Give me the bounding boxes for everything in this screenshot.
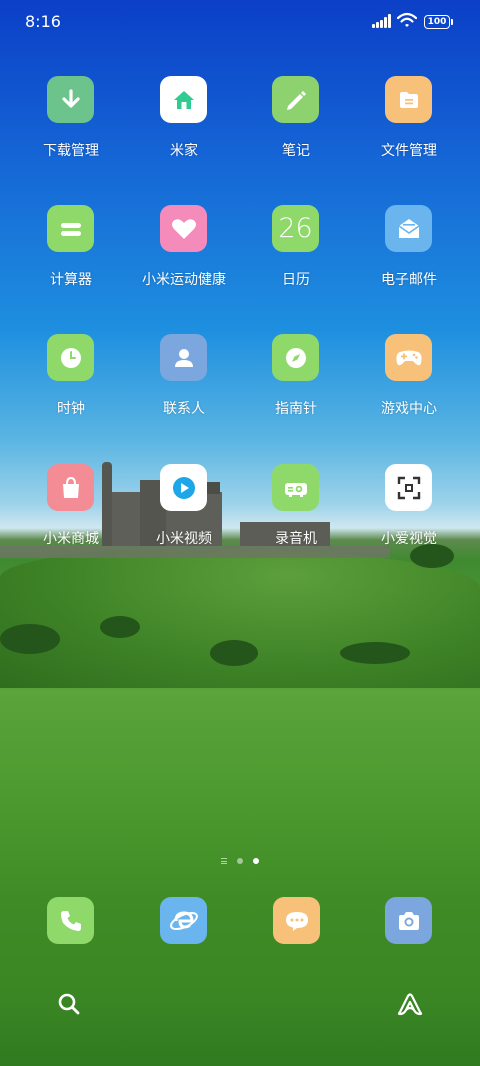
status-time: 8:16 <box>25 12 61 31</box>
app-label: 小米运动健康 <box>142 272 226 288</box>
status-bar: 8:16 100 <box>0 0 480 44</box>
app-label: 笔记 <box>282 143 310 159</box>
calculator-icon <box>47 205 94 252</box>
heart-icon <box>160 205 207 252</box>
page-indicator[interactable] <box>0 855 480 867</box>
app-recorder[interactable]: 录音机 <box>240 464 352 564</box>
app-label: 小米视频 <box>156 531 212 547</box>
app-label: 小米商城 <box>43 531 99 547</box>
app-email[interactable]: 电子邮件 <box>353 205 465 305</box>
app-clock[interactable]: 时钟 <box>15 334 127 434</box>
pencil-icon <box>272 76 319 123</box>
app-compass[interactable]: 指南针 <box>240 334 352 434</box>
search-icon <box>58 993 80 1015</box>
clock-icon <box>47 334 94 381</box>
wallpaper-hill <box>0 548 480 688</box>
browser-icon <box>169 910 198 930</box>
page-dot <box>237 858 243 864</box>
calendar-icon: 26 <box>272 205 319 252</box>
app-calendar[interactable]: 26 日历 <box>240 205 352 305</box>
gamepad-icon <box>385 334 432 381</box>
wifi-icon <box>397 12 417 27</box>
app-download-manager[interactable]: 下载管理 <box>15 76 127 176</box>
wallpaper-bush <box>210 640 258 666</box>
app-mi-store[interactable]: 小米商城 <box>15 464 127 564</box>
app-contacts[interactable]: 联系人 <box>128 334 240 434</box>
assistant-icon <box>397 993 423 1016</box>
app-label: 日历 <box>282 272 310 288</box>
app-label: 录音机 <box>275 531 317 547</box>
recorder-icon <box>272 464 319 511</box>
page-indicator-menu-icon <box>221 858 227 864</box>
app-label: 指南针 <box>275 401 317 417</box>
phone-icon <box>60 910 81 931</box>
home-icon <box>160 76 207 123</box>
app-label: 联系人 <box>163 401 205 417</box>
app-label: 时钟 <box>57 401 85 417</box>
app-notes[interactable]: 笔记 <box>240 76 352 176</box>
dock-camera[interactable] <box>385 897 432 944</box>
compass-icon <box>272 334 319 381</box>
app-game-center[interactable]: 游戏中心 <box>353 334 465 434</box>
app-label: 米家 <box>170 143 198 159</box>
wallpaper-bush <box>0 624 60 654</box>
dock-messages[interactable] <box>273 897 320 944</box>
shopping-bag-icon <box>47 464 94 511</box>
app-label: 小爱视觉 <box>381 531 437 547</box>
scan-icon <box>385 464 432 511</box>
wallpaper-bush <box>340 642 410 664</box>
mail-icon <box>385 205 432 252</box>
app-mi-home[interactable]: 米家 <box>128 76 240 176</box>
dock-browser[interactable] <box>160 897 207 944</box>
app-mi-video[interactable]: 小米视频 <box>128 464 240 564</box>
dock-phone[interactable] <box>47 897 94 944</box>
app-mi-fitness[interactable]: 小米运动健康 <box>128 205 240 305</box>
app-calculator[interactable]: 计算器 <box>15 205 127 305</box>
calendar-date: 26 <box>278 213 313 244</box>
folder-icon <box>385 76 432 123</box>
app-xiaoai-vision[interactable]: 小爱视觉 <box>353 464 465 564</box>
app-file-manager[interactable]: 文件管理 <box>353 76 465 176</box>
page-dot-active <box>253 858 259 864</box>
app-label: 游戏中心 <box>381 401 437 417</box>
search-button[interactable] <box>55 990 83 1018</box>
play-icon <box>160 464 207 511</box>
app-label: 文件管理 <box>381 143 437 159</box>
contact-icon <box>160 334 207 381</box>
messages-icon <box>285 911 308 931</box>
camera-icon <box>398 911 419 930</box>
wallpaper-bush <box>100 616 140 638</box>
app-label: 电子邮件 <box>381 272 437 288</box>
assistant-button[interactable] <box>396 990 424 1018</box>
app-label: 计算器 <box>50 272 92 288</box>
app-label: 下载管理 <box>43 143 99 159</box>
signal-icon <box>372 14 392 28</box>
download-icon <box>47 76 94 123</box>
battery-icon: 100 <box>424 15 453 29</box>
